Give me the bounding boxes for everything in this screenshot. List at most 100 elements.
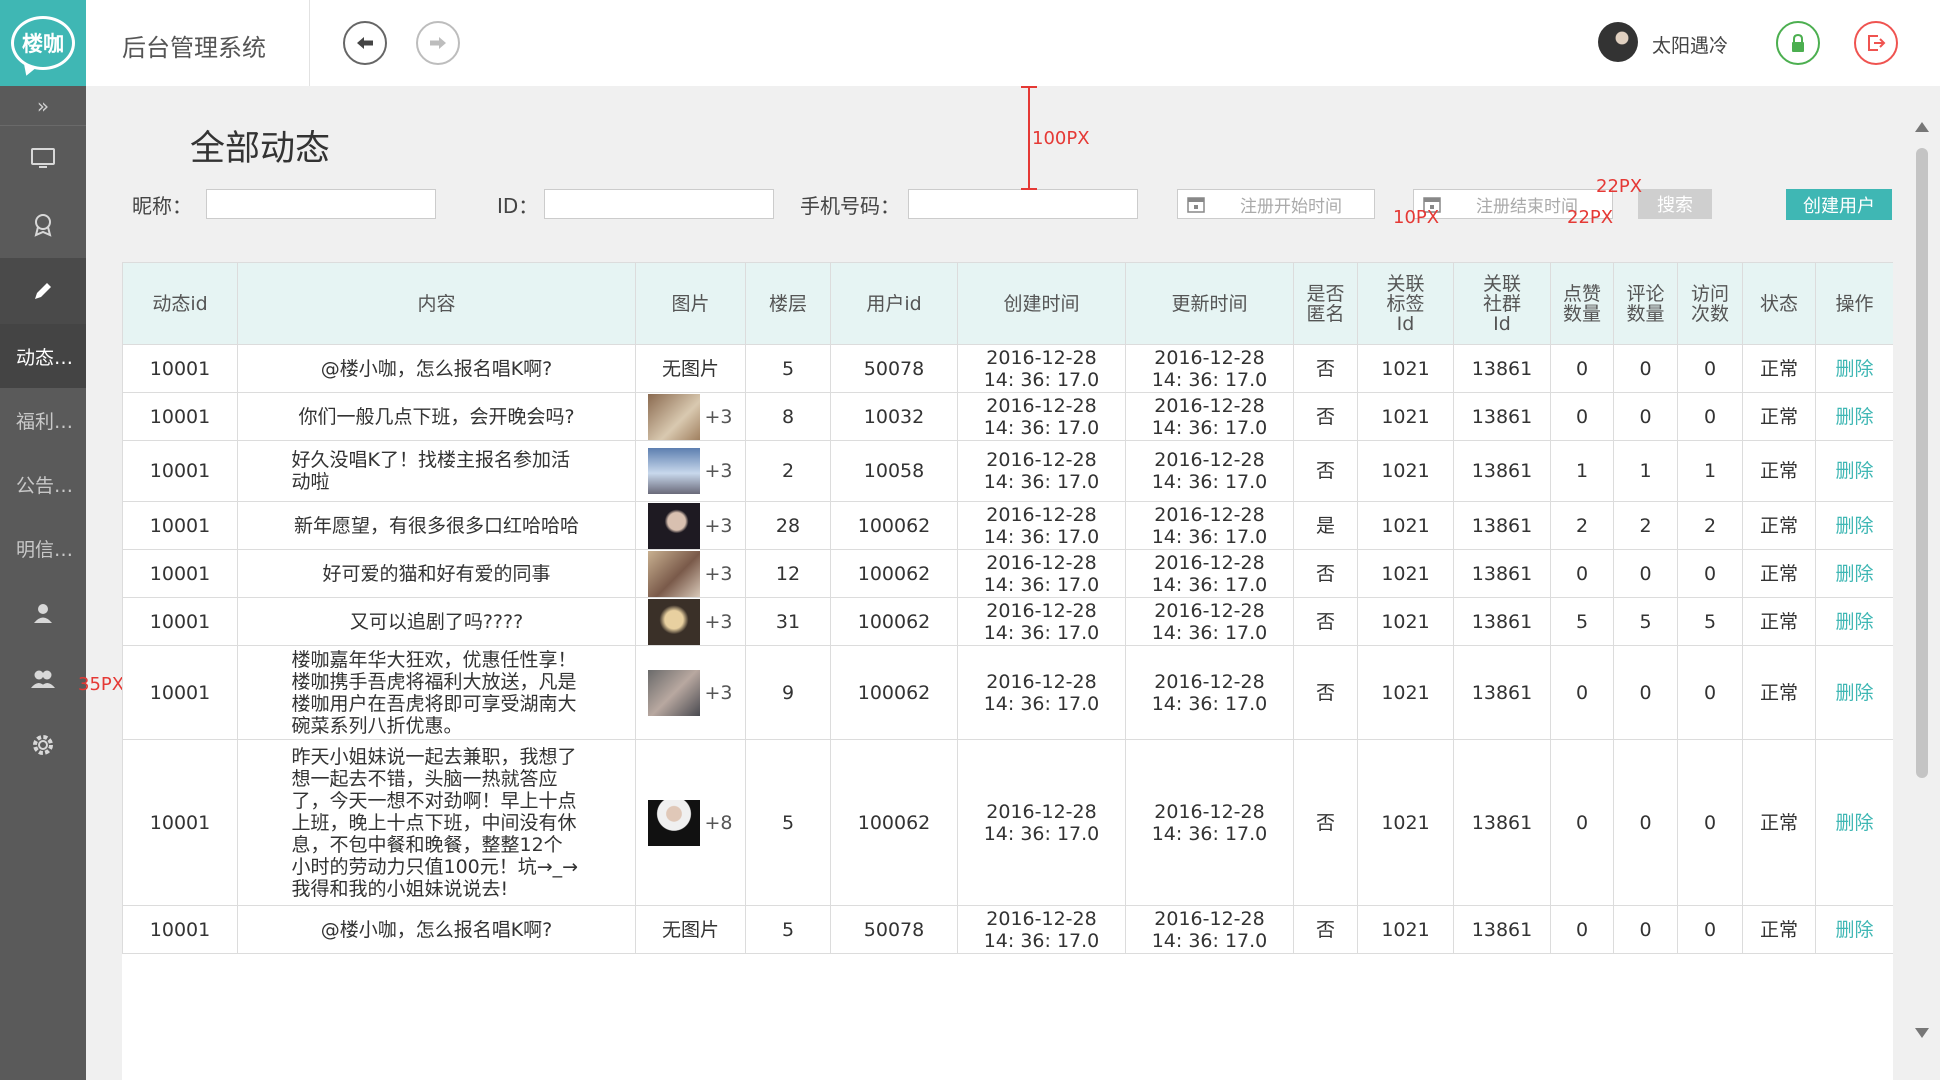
image-thumbnail[interactable] [648, 393, 701, 440]
visits-cell: 0 [1677, 739, 1743, 906]
posts-table-container: 动态id 内容 图片 楼层 用户id 创建时间 更新时间 是否 匿名 关联 标签 Id 关联 社群… [122, 262, 1893, 1080]
scroll-up-icon[interactable] [1915, 122, 1929, 132]
sidebar-item-postcard[interactable]: 明信… [0, 516, 86, 580]
image-thumbnail[interactable] [648, 598, 701, 645]
action-cell[interactable]: 删除 [1815, 739, 1893, 906]
anonymous-cell: 是 [1293, 501, 1358, 550]
sidebar-item-awards[interactable] [0, 192, 86, 258]
content-text: 新年愿望，有很多很多口红哈哈哈 [293, 514, 579, 537]
action-cell[interactable]: 删除 [1815, 440, 1893, 502]
back-button[interactable] [343, 21, 387, 65]
logout-button[interactable] [1854, 21, 1898, 65]
likes-cell: 5 [1550, 597, 1614, 646]
users-icon [31, 670, 55, 688]
content-text: 好久没唱K了！找楼主报名参加活动啦 [291, 449, 570, 493]
lock-icon [1792, 33, 1804, 52]
delete-link[interactable]: 删除 [1835, 919, 1873, 941]
pencil-icon [35, 283, 51, 299]
image-cell: +3 [635, 501, 746, 550]
delete-link[interactable]: 删除 [1835, 406, 1873, 428]
user-id-cell: 100062 [830, 549, 958, 598]
end-date-placeholder: 注册结束时间 [1476, 196, 1578, 217]
sidebar-item-user[interactable] [0, 580, 86, 646]
content-text: 昨天小姐妹说一起去兼职，我想了想一起去不错，头脑一热就答应了，今天一想不对劲啊！… [291, 745, 579, 900]
image-preview[interactable]: +3 [640, 550, 741, 597]
delete-link[interactable]: 删除 [1835, 812, 1873, 834]
forward-button[interactable] [416, 21, 460, 65]
user-id-cell: 100062 [830, 501, 958, 550]
delete-link[interactable]: 删除 [1835, 358, 1873, 380]
logo: 楼咖 [0, 0, 86, 86]
sidebar-collapse-button[interactable]: » [0, 86, 86, 126]
logout-icon [1868, 35, 1886, 51]
image-thumbnail[interactable] [648, 448, 701, 494]
start-date-input[interactable]: 注册开始时间 [1177, 189, 1375, 219]
nickname-input[interactable] [206, 189, 436, 219]
table-row: 10001 楼咖嘉年华大狂欢，优惠任性享！楼咖携手吾虎将福利大放送，凡是楼咖用户在… [122, 645, 1893, 740]
sidebar-item-users[interactable] [0, 646, 86, 712]
created-time-cell: 2016-12-28 14: 36: 17.0 [957, 645, 1126, 740]
id-label: ID： [497, 194, 539, 218]
image-thumbnail[interactable] [648, 669, 701, 716]
image-preview[interactable]: +3 [640, 448, 741, 494]
image-preview[interactable]: +3 [640, 502, 741, 549]
delete-link[interactable]: 删除 [1835, 460, 1873, 482]
action-cell[interactable]: 删除 [1815, 645, 1893, 740]
user-id-cell: 100062 [830, 645, 958, 740]
post-id-cell: 10001 [122, 905, 238, 954]
user-name[interactable]: 太阳遇冷 [1652, 31, 1728, 58]
image-thumbnail[interactable] [648, 550, 701, 597]
delete-link[interactable]: 删除 [1835, 682, 1873, 704]
sidebar-item-posts[interactable]: 动态… [0, 324, 86, 388]
double-chevron-right-icon: » [36, 93, 50, 118]
anonymous-cell: 否 [1293, 645, 1358, 740]
tag-id-cell: 1021 [1357, 344, 1454, 393]
action-cell[interactable]: 删除 [1815, 549, 1893, 598]
action-cell[interactable]: 删除 [1815, 597, 1893, 646]
tag-id-cell: 1021 [1357, 905, 1454, 954]
sidebar-item-edit[interactable] [0, 258, 86, 324]
visits-cell: 5 [1677, 597, 1743, 646]
image-thumbnail[interactable] [648, 502, 701, 549]
sidebar-item-notice[interactable]: 公告… [0, 452, 86, 516]
vertical-scrollbar[interactable] [1912, 118, 1932, 1038]
image-cell: +3 [635, 392, 746, 441]
created-time-cell: 2016-12-28 14: 36: 17.0 [957, 905, 1126, 954]
delete-link[interactable]: 删除 [1835, 515, 1873, 537]
search-button[interactable]: 搜索 [1638, 189, 1712, 219]
avatar[interactable] [1598, 22, 1638, 62]
sidebar-item-dashboard[interactable] [0, 126, 86, 192]
comments-cell: 0 [1613, 905, 1678, 954]
content-text: 你们一般几点下班，会开晚会吗? [298, 405, 575, 428]
action-cell[interactable]: 删除 [1815, 392, 1893, 441]
image-preview[interactable]: +8 [640, 799, 741, 846]
phone-input[interactable] [908, 189, 1138, 219]
image-thumbnail[interactable] [648, 799, 701, 846]
action-cell[interactable]: 删除 [1815, 501, 1893, 550]
scroll-down-icon[interactable] [1915, 1028, 1929, 1038]
create-user-button[interactable]: 创建用户 [1786, 189, 1892, 220]
image-preview[interactable]: +3 [640, 598, 741, 645]
image-preview[interactable]: +3 [640, 669, 741, 716]
lock-button[interactable] [1776, 21, 1820, 65]
sidebar-item-settings[interactable] [0, 712, 86, 778]
action-cell[interactable]: 删除 [1815, 344, 1893, 393]
anonymous-cell: 否 [1293, 440, 1358, 502]
delete-link[interactable]: 删除 [1835, 611, 1873, 633]
delete-link[interactable]: 删除 [1835, 563, 1873, 585]
likes-cell: 0 [1550, 739, 1614, 906]
page-title: 全部动态 [190, 129, 331, 169]
column-header: 是否 匿名 [1293, 262, 1358, 345]
trophy-icon [34, 214, 52, 237]
scrollbar-thumb[interactable] [1916, 148, 1928, 778]
table-header-row: 动态id 内容 图片 楼层 用户id 创建时间 更新时间 是否 匿名 关联 标签 Id 关联 社群… [122, 262, 1893, 345]
group-id-cell: 13861 [1453, 440, 1551, 502]
floor-cell: 5 [745, 905, 831, 954]
image-preview[interactable]: +3 [640, 393, 741, 440]
content-cell: 你们一般几点下班，会开晚会吗? [237, 392, 636, 441]
sidebar-item-welfare[interactable]: 福利… [0, 388, 86, 452]
comments-cell: 2 [1613, 501, 1678, 550]
id-input[interactable] [544, 189, 774, 219]
post-id-cell: 10001 [122, 739, 238, 906]
action-cell[interactable]: 删除 [1815, 905, 1893, 954]
